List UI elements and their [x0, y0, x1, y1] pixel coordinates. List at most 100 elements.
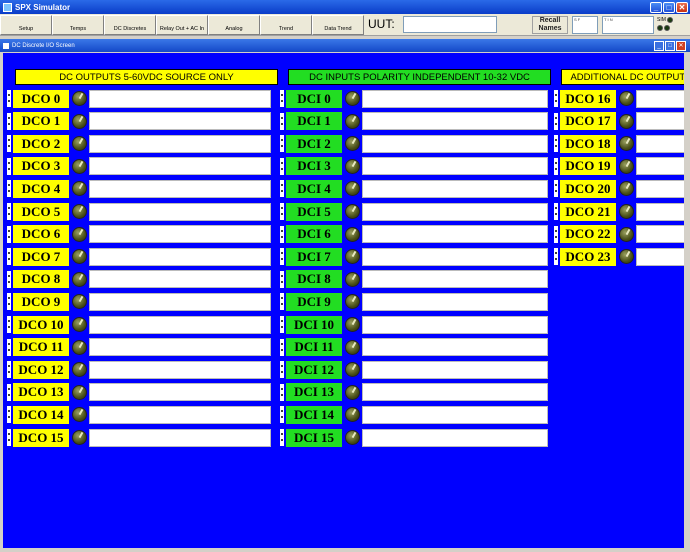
dci-value-field[interactable] — [362, 360, 548, 379]
indicator-led-icon[interactable] — [345, 430, 360, 445]
row-handle-icon[interactable] — [554, 225, 558, 243]
dci-value-field[interactable] — [362, 270, 548, 289]
trend-button[interactable]: Trend — [260, 15, 312, 35]
row-handle-icon[interactable] — [7, 203, 11, 220]
dci-value-field[interactable] — [362, 157, 548, 176]
indicator-led-icon[interactable] — [72, 384, 87, 400]
dco-value-field[interactable] — [89, 405, 271, 424]
dco-ext-value-field[interactable] — [636, 179, 684, 198]
tin-field[interactable]: T I N — [602, 16, 654, 34]
row-handle-icon[interactable] — [280, 225, 284, 243]
indicator-led-icon[interactable] — [619, 204, 634, 219]
indicator-led-icon[interactable] — [72, 181, 87, 197]
indicator-led-icon[interactable] — [345, 204, 360, 219]
indicator-led-icon[interactable] — [345, 294, 360, 310]
dci-value-field[interactable] — [362, 134, 548, 153]
row-handle-icon[interactable] — [280, 90, 284, 107]
row-handle-icon[interactable] — [280, 406, 284, 424]
row-handle-icon[interactable] — [7, 293, 11, 311]
row-handle-icon[interactable] — [7, 135, 11, 153]
row-handle-icon[interactable] — [7, 429, 11, 446]
dci-value-field[interactable] — [362, 202, 548, 221]
close-button[interactable]: ✕ — [676, 1, 688, 13]
indicator-led-icon[interactable] — [345, 136, 360, 152]
row-handle-icon[interactable] — [280, 383, 284, 401]
indicator-led-icon[interactable] — [72, 294, 87, 310]
dci-value-field[interactable] — [362, 247, 548, 266]
row-handle-icon[interactable] — [554, 157, 558, 175]
sf-field[interactable]: S F — [572, 16, 598, 34]
indicator-led-icon[interactable] — [345, 407, 360, 423]
row-handle-icon[interactable] — [554, 112, 558, 130]
dco-ext-value-field[interactable] — [636, 225, 684, 244]
row-handle-icon[interactable] — [7, 338, 11, 356]
row-handle-icon[interactable] — [7, 157, 11, 175]
row-handle-icon[interactable] — [7, 361, 11, 379]
dco-value-field[interactable] — [89, 247, 271, 266]
row-handle-icon[interactable] — [280, 429, 284, 446]
indicator-led-icon[interactable] — [72, 136, 87, 152]
dco-value-field[interactable] — [89, 428, 271, 447]
dco-ext-value-field[interactable] — [636, 202, 684, 221]
dci-value-field[interactable] — [362, 315, 548, 334]
indicator-led-icon[interactable] — [345, 362, 360, 378]
recall-names-button[interactable]: Recall Names — [532, 16, 568, 34]
indicator-led-icon[interactable] — [72, 158, 87, 174]
row-handle-icon[interactable] — [7, 180, 11, 198]
row-handle-icon[interactable] — [280, 157, 284, 175]
data-trend-button[interactable]: Data Trend — [312, 15, 364, 35]
indicator-led-icon[interactable] — [345, 339, 360, 355]
dco-ext-value-field[interactable] — [636, 157, 684, 176]
dci-value-field[interactable] — [362, 338, 548, 357]
dco-value-field[interactable] — [89, 202, 271, 221]
row-handle-icon[interactable] — [554, 135, 558, 153]
row-handle-icon[interactable] — [280, 316, 284, 333]
dco-value-field[interactable] — [89, 360, 271, 379]
dco-value-field[interactable] — [89, 338, 271, 357]
row-handle-icon[interactable] — [280, 270, 284, 288]
row-handle-icon[interactable] — [554, 203, 558, 220]
dco-value-field[interactable] — [89, 112, 271, 131]
dco-value-field[interactable] — [89, 383, 271, 402]
row-handle-icon[interactable] — [280, 361, 284, 379]
indicator-led-icon[interactable] — [72, 339, 87, 355]
row-handle-icon[interactable] — [7, 406, 11, 424]
indicator-led-icon[interactable] — [619, 136, 634, 152]
indicator-led-icon[interactable] — [345, 158, 360, 174]
uut-input[interactable] — [403, 16, 497, 33]
row-handle-icon[interactable] — [554, 248, 558, 266]
dco-value-field[interactable] — [89, 179, 271, 198]
row-handle-icon[interactable] — [280, 135, 284, 153]
indicator-led-icon[interactable] — [619, 226, 634, 242]
indicator-led-icon[interactable] — [345, 181, 360, 197]
dco-ext-value-field[interactable] — [636, 247, 684, 266]
screen-maximize-button[interactable]: □ — [665, 40, 675, 51]
indicator-led-icon[interactable] — [72, 226, 87, 242]
indicator-led-icon[interactable] — [345, 384, 360, 400]
dco-ext-value-field[interactable] — [636, 112, 684, 131]
indicator-led-icon[interactable] — [619, 249, 634, 265]
row-handle-icon[interactable] — [554, 90, 558, 107]
row-handle-icon[interactable] — [280, 180, 284, 198]
dci-value-field[interactable] — [362, 112, 548, 131]
screen-close-button[interactable]: ✕ — [676, 40, 686, 51]
dco-value-field[interactable] — [89, 292, 271, 311]
row-handle-icon[interactable] — [7, 383, 11, 401]
indicator-led-icon[interactable] — [72, 407, 87, 423]
indicator-led-icon[interactable] — [345, 91, 360, 106]
row-handle-icon[interactable] — [280, 112, 284, 130]
dci-value-field[interactable] — [362, 405, 548, 424]
indicator-led-icon[interactable] — [345, 271, 360, 287]
temps-button[interactable]: Temps — [52, 15, 104, 35]
indicator-led-icon[interactable] — [72, 113, 87, 129]
dci-value-field[interactable] — [362, 89, 548, 108]
row-handle-icon[interactable] — [280, 248, 284, 266]
dco-ext-value-field[interactable] — [636, 134, 684, 153]
indicator-led-icon[interactable] — [619, 91, 634, 106]
row-handle-icon[interactable] — [554, 180, 558, 198]
setup-button[interactable]: Setup — [0, 15, 52, 35]
indicator-led-icon[interactable] — [345, 249, 360, 265]
indicator-led-icon[interactable] — [619, 181, 634, 197]
dci-value-field[interactable] — [362, 225, 548, 244]
row-handle-icon[interactable] — [280, 338, 284, 356]
